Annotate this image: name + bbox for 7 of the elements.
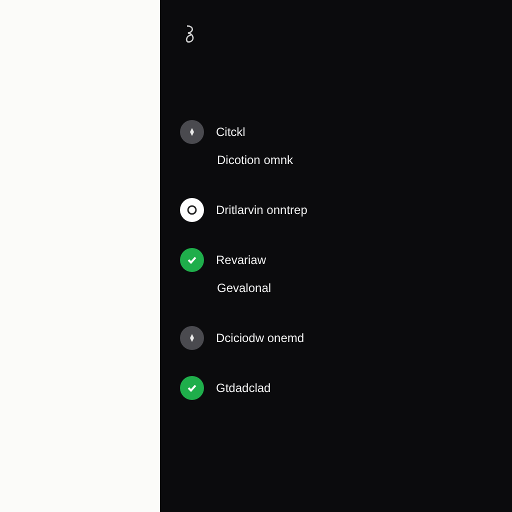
step-note: Gevalonal: [217, 281, 272, 295]
step-label: Dritlarvin onntrep: [216, 203, 308, 217]
step-label: Citckl: [216, 125, 246, 139]
step-label: Revariaw: [216, 253, 266, 267]
step-label: Gtdadclad: [216, 381, 271, 395]
step-label: Dciciodw onemd: [216, 331, 304, 345]
step-note: Dicotion omnk: [217, 153, 294, 167]
